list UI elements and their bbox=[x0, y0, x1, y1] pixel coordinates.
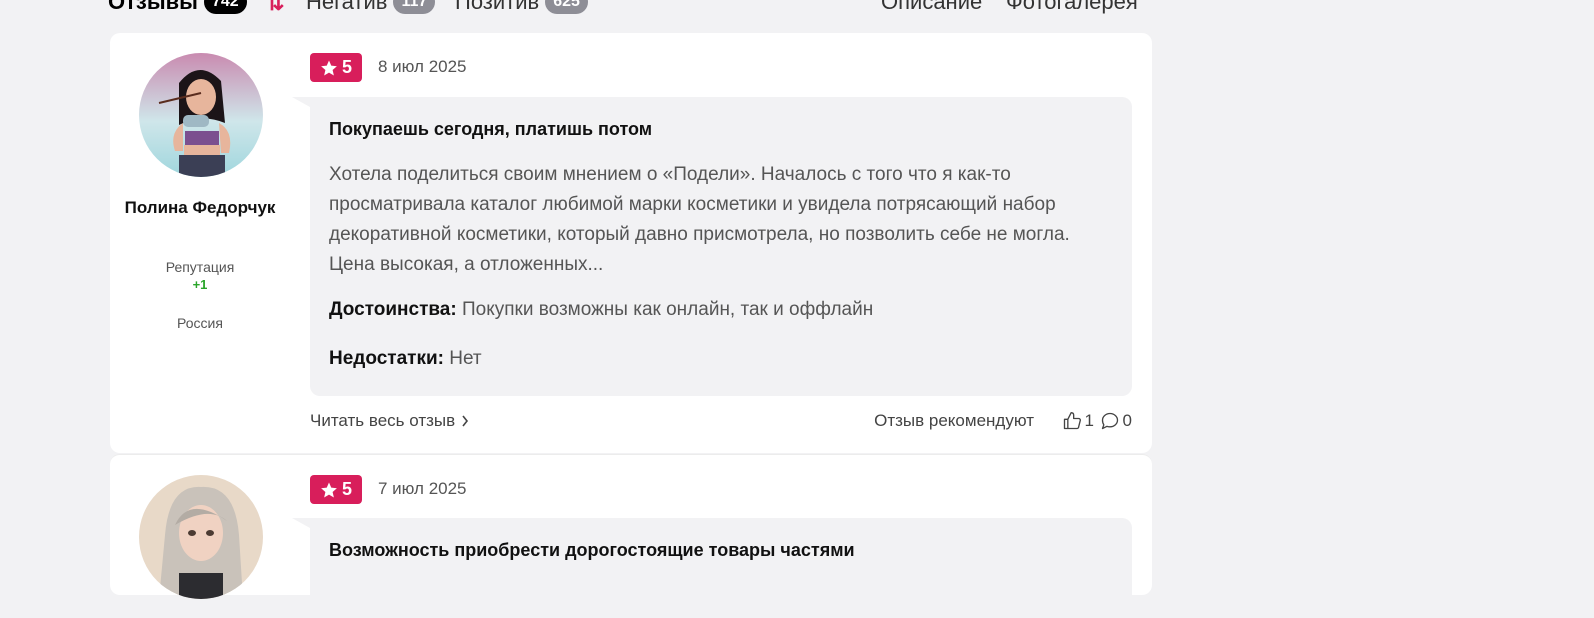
tab-reviews-label: Отзывы bbox=[108, 0, 198, 14]
tab-reviews[interactable]: Отзывы 742 bbox=[108, 0, 247, 15]
review-body: Возможность приобрести дорогостоящие тов… bbox=[292, 518, 1132, 618]
tab-negative[interactable]: Негатив 117 bbox=[306, 0, 436, 15]
review-body: Покупаешь сегодня, платишь потом Хотела … bbox=[292, 97, 1132, 396]
review-date: 7 июл 2025 bbox=[378, 479, 467, 498]
review-tabs: Отзывы 742 ⇅ Негатив 117 Позитив 625 Опи… bbox=[0, 0, 1594, 30]
tab-description[interactable]: Описание bbox=[881, 0, 982, 15]
review-text: Хотела поделиться своим мнением о «Подел… bbox=[329, 164, 1070, 275]
avatar-photo-icon bbox=[139, 475, 263, 599]
rating-value: 5 bbox=[341, 479, 352, 499]
review-title[interactable]: Покупаешь сегодня, платишь потом bbox=[329, 119, 652, 140]
review-pros: Достоинства: Покупки возможны как онлайн… bbox=[329, 299, 873, 321]
star-icon bbox=[321, 60, 337, 75]
avatar[interactable] bbox=[139, 53, 263, 177]
pros-label: Достоинства: bbox=[329, 299, 457, 320]
chevron-right-icon bbox=[462, 415, 469, 427]
tab-description-label: Описание bbox=[881, 0, 983, 14]
read-full-review-link[interactable]: Читать весь отзыв bbox=[310, 411, 469, 431]
rating-badge: 5 bbox=[310, 53, 362, 82]
avatar[interactable] bbox=[139, 475, 263, 599]
review-card: 5 7 июл 2025 Возможность приобрести доро… bbox=[110, 454, 1152, 618]
like-button[interactable]: 1 bbox=[1062, 411, 1094, 431]
rating-badge: 5 bbox=[310, 475, 362, 504]
author-name[interactable]: Полина Федорчук bbox=[110, 197, 290, 218]
pros-text: Покупки возможны как онлайн, так и оффла… bbox=[461, 299, 874, 320]
avatar-illustration-icon bbox=[139, 53, 263, 177]
read-more-label: Читать весь отзыв bbox=[310, 411, 456, 430]
rating-value: 5 bbox=[341, 57, 352, 77]
review-footer: Читать весь отзыв Отзыв рекомендуют 1 0 bbox=[310, 411, 1132, 435]
tab-positive-count: 625 bbox=[545, 0, 588, 14]
tab-gallery[interactable]: Фотогалерея bbox=[1006, 0, 1138, 15]
sort-icon[interactable]: ⇅ bbox=[266, 0, 284, 16]
review-title[interactable]: Возможность приобрести дорогостоящие тов… bbox=[329, 540, 855, 561]
cons-label: Недостатки: bbox=[329, 348, 444, 369]
tab-positive[interactable]: Позитив 625 bbox=[455, 0, 588, 15]
tab-gallery-label: Фотогалерея bbox=[1006, 0, 1138, 14]
review-card: Полина Федорчук Репутация +1 Россия 5 8 … bbox=[110, 33, 1152, 453]
tab-reviews-count: 742 bbox=[203, 0, 247, 14]
comments-button[interactable]: 0 bbox=[1100, 411, 1132, 431]
cons-text: Нет bbox=[449, 348, 482, 369]
tab-negative-count: 117 bbox=[393, 0, 436, 14]
thumbs-up-icon bbox=[1063, 412, 1081, 430]
comments-count: 0 bbox=[1122, 411, 1132, 430]
star-icon bbox=[321, 482, 337, 497]
reputation-label: Репутация bbox=[165, 259, 235, 275]
tab-negative-label: Негатив bbox=[306, 0, 388, 14]
author-country: Россия bbox=[177, 315, 223, 331]
comment-icon bbox=[1101, 412, 1118, 430]
tab-positive-label: Позитив bbox=[455, 0, 540, 14]
review-cons: Недостатки: Нет bbox=[329, 348, 482, 370]
recommend-label: Отзыв рекомендуют bbox=[874, 411, 1034, 430]
review-date: 8 июл 2025 bbox=[378, 57, 467, 76]
reputation-value: +1 bbox=[192, 277, 208, 292]
likes-count: 1 bbox=[1084, 411, 1094, 430]
